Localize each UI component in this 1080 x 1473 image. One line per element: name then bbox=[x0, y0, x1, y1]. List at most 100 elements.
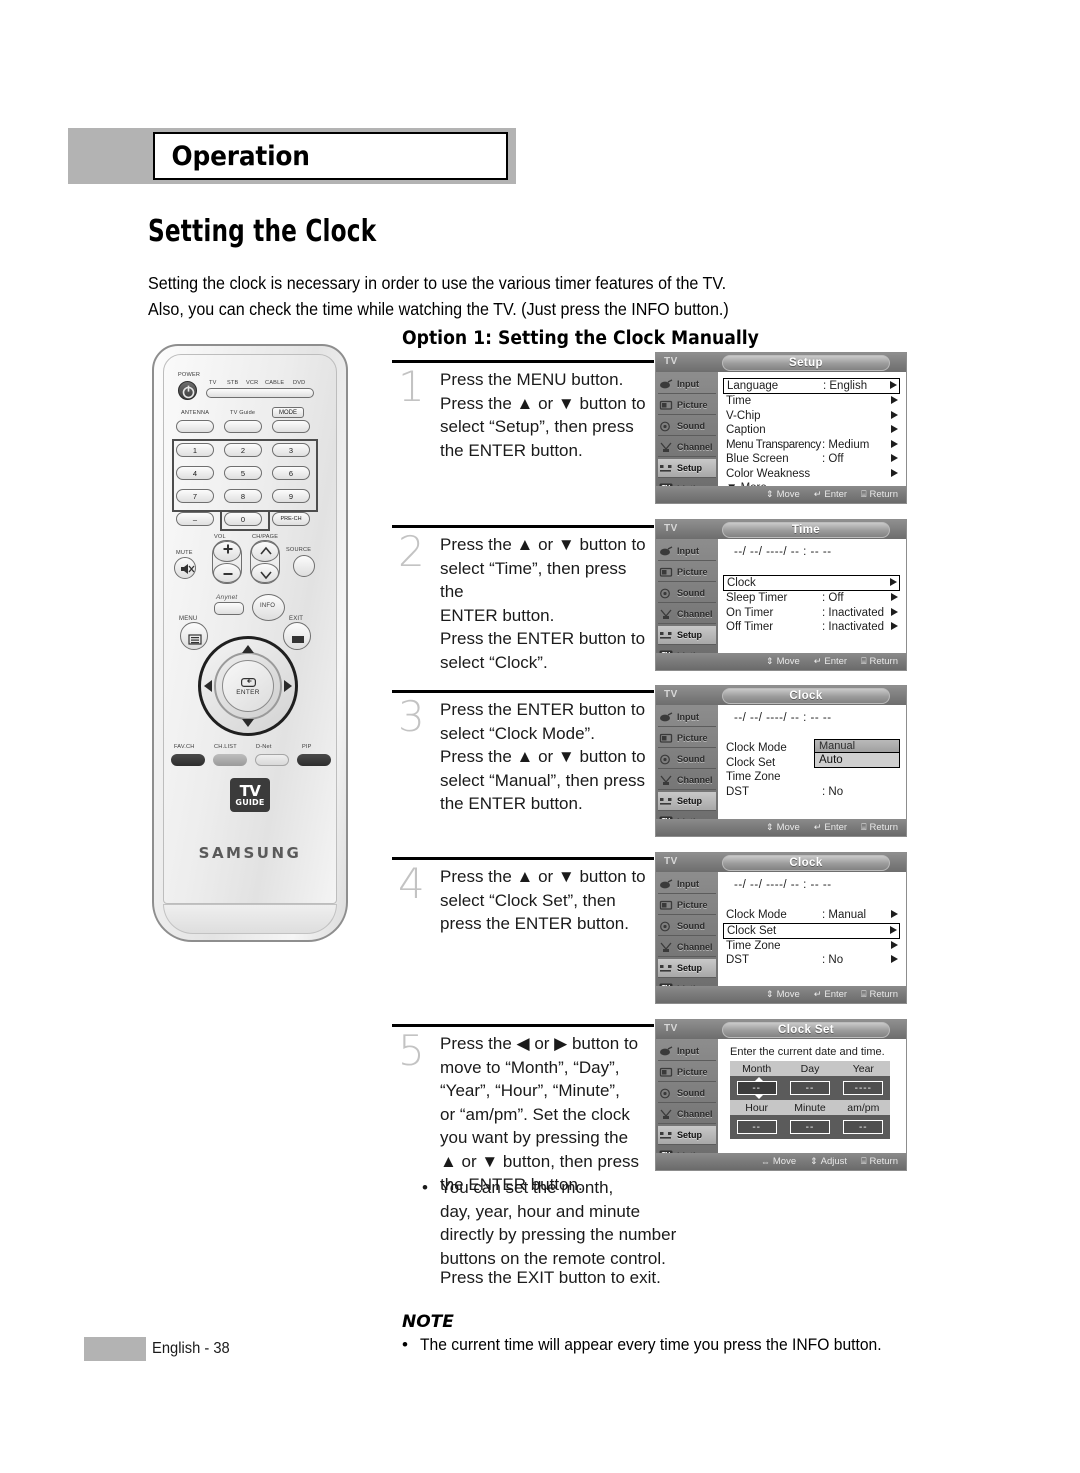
field-hour[interactable]: -- bbox=[736, 1120, 777, 1134]
sidebar-item-sound[interactable]: Sound bbox=[658, 417, 716, 436]
dpad-up-arrow-icon[interactable] bbox=[242, 645, 254, 653]
source-button[interactable] bbox=[293, 555, 315, 577]
hint-label: Return bbox=[869, 822, 898, 833]
step-divider bbox=[392, 360, 654, 363]
sidebar-item-setup[interactable]: Setup bbox=[658, 1126, 716, 1145]
dpad-right-arrow-icon[interactable] bbox=[284, 680, 292, 692]
osd-row-sleep-timer[interactable]: Sleep Timer : Off bbox=[726, 591, 900, 606]
osd-row-color-weakness[interactable]: Color Weakness bbox=[726, 467, 900, 482]
sidebar-item-setup[interactable]: Setup bbox=[658, 459, 716, 478]
osd-row-dst[interactable]: DST : No bbox=[726, 953, 900, 968]
osd-row-vchip[interactable]: V-Chip bbox=[726, 409, 900, 424]
sidebar-item-channel[interactable]: Channel bbox=[658, 605, 716, 624]
osd-clock-mode-menu[interactable]: TV Clock Input Picture Sound Channel Set… bbox=[655, 685, 907, 837]
sidebar-item-sound[interactable]: Sound bbox=[658, 1084, 716, 1103]
key-8[interactable]: 8 bbox=[224, 489, 262, 503]
sidebar-item-input[interactable]: Input bbox=[658, 375, 716, 394]
osd-row-clock-mode[interactable]: Clock Mode : Manual bbox=[726, 908, 900, 923]
key-4[interactable]: 4 bbox=[176, 466, 214, 480]
osd-row-caption[interactable]: Caption bbox=[726, 423, 900, 438]
osd-row-time-zone[interactable]: Time Zone bbox=[726, 770, 900, 785]
sidebar-item-sound[interactable]: Sound bbox=[658, 584, 716, 603]
channel-up-button[interactable] bbox=[251, 541, 279, 562]
osd-row-dst[interactable]: DST : No bbox=[726, 785, 900, 800]
leftright-arrow-icon: ⇔ bbox=[760, 1156, 770, 1167]
sidebar-item-sound[interactable]: Sound bbox=[658, 917, 716, 936]
setup-icon bbox=[658, 461, 674, 475]
osd-clock-menu[interactable]: TV Clock Input Picture Sound Channel Set… bbox=[655, 852, 907, 1004]
dpad-left-arrow-icon[interactable] bbox=[204, 680, 212, 692]
field-ampm[interactable]: -- bbox=[843, 1120, 884, 1134]
sidebar-item-setup[interactable]: Setup bbox=[658, 626, 716, 645]
enter-button[interactable]: ENTER bbox=[222, 660, 274, 712]
power-button[interactable] bbox=[178, 381, 197, 400]
key-7[interactable]: 7 bbox=[176, 489, 214, 503]
field-day[interactable]: -- bbox=[789, 1081, 830, 1095]
key-9[interactable]: 9 bbox=[272, 489, 310, 503]
tvguide-button[interactable] bbox=[224, 420, 262, 433]
osd-clock-set-menu[interactable]: TV Clock Set Input Picture Sound Channel… bbox=[655, 1019, 907, 1171]
sidebar-item-label: Setup bbox=[677, 796, 703, 806]
sidebar-item-input[interactable]: Input bbox=[658, 708, 716, 727]
sidebar-item-picture[interactable]: Picture bbox=[658, 896, 716, 915]
sidebar-item-input[interactable]: Input bbox=[658, 542, 716, 561]
osd-setup-menu[interactable]: TV Setup Input Picture Sound Channel Set… bbox=[655, 352, 907, 504]
sidebar-item-label: Picture bbox=[677, 733, 708, 743]
sidebar-item-input[interactable]: Input bbox=[658, 1042, 716, 1061]
key-1[interactable]: 1 bbox=[176, 443, 214, 457]
antenna-button[interactable] bbox=[176, 420, 214, 433]
dpad-down-arrow-icon[interactable] bbox=[242, 719, 254, 727]
device-selector-bar[interactable] bbox=[206, 388, 314, 398]
osd-row-clock[interactable]: Clock bbox=[723, 575, 900, 591]
dnet-button[interactable] bbox=[255, 754, 289, 766]
dropdown-selected-option[interactable]: Manual bbox=[814, 739, 900, 753]
dropdown-option-auto[interactable]: Auto bbox=[814, 753, 900, 768]
mute-button[interactable] bbox=[174, 557, 196, 579]
key-5[interactable]: 5 bbox=[224, 466, 262, 480]
key-dash[interactable]: – bbox=[176, 512, 214, 526]
hint-label: Return bbox=[869, 989, 898, 1000]
field-minute[interactable]: -- bbox=[789, 1120, 830, 1134]
osd-row-time-zone[interactable]: Time Zone bbox=[726, 939, 900, 954]
osd-row-time[interactable]: Time bbox=[726, 394, 900, 409]
anynet-button[interactable] bbox=[214, 602, 244, 615]
key-3[interactable]: 3 bbox=[272, 443, 310, 457]
sidebar-item-channel[interactable]: Channel bbox=[658, 438, 716, 457]
input-icon bbox=[658, 544, 674, 558]
channel-down-button[interactable] bbox=[251, 563, 279, 583]
chlist-button[interactable] bbox=[213, 754, 247, 766]
osd-row-menu-transparency[interactable]: Menu Transparency : Medium bbox=[726, 438, 900, 453]
osd-row-language[interactable]: Language : English bbox=[723, 378, 900, 394]
sidebar-item-picture[interactable]: Picture bbox=[658, 1063, 716, 1082]
key-0[interactable]: 0 bbox=[224, 512, 262, 526]
field-year[interactable]: ---- bbox=[843, 1081, 884, 1095]
clock-mode-dropdown[interactable]: Manual Auto bbox=[814, 739, 900, 768]
pip-button[interactable] bbox=[297, 754, 331, 766]
mode-button[interactable] bbox=[272, 420, 310, 433]
sidebar-item-setup[interactable]: Setup bbox=[658, 792, 716, 811]
osd-row-blue-screen[interactable]: Blue Screen : Off bbox=[726, 452, 900, 467]
osd-time-menu[interactable]: TV Time Input Picture Sound Channel Setu… bbox=[655, 519, 907, 671]
sidebar-item-picture[interactable]: Picture bbox=[658, 729, 716, 748]
key-prech[interactable]: PRE-CH bbox=[272, 512, 310, 526]
volume-up-button[interactable] bbox=[213, 541, 241, 562]
volume-down-button[interactable] bbox=[213, 563, 241, 583]
sidebar-item-picture[interactable]: Picture bbox=[658, 396, 716, 415]
sidebar-item-channel[interactable]: Channel bbox=[658, 771, 716, 790]
osd-row-clock-set[interactable]: Clock Set bbox=[723, 922, 900, 939]
hint-return: ⌸ Return bbox=[861, 656, 898, 667]
osd-row-off-timer[interactable]: Off Timer : Inactivated bbox=[726, 620, 900, 635]
sidebar-item-setup[interactable]: Setup bbox=[658, 959, 716, 978]
sidebar-item-sound[interactable]: Sound bbox=[658, 750, 716, 769]
field-month[interactable]: -- bbox=[736, 1081, 777, 1095]
sidebar-item-channel[interactable]: Channel bbox=[658, 938, 716, 957]
favch-button[interactable] bbox=[171, 754, 205, 766]
sidebar-item-input[interactable]: Input bbox=[658, 875, 716, 894]
key-6[interactable]: 6 bbox=[272, 466, 310, 480]
key-2[interactable]: 2 bbox=[224, 443, 262, 457]
exit-button[interactable] bbox=[283, 622, 311, 650]
sidebar-item-picture[interactable]: Picture bbox=[658, 563, 716, 582]
menu-button[interactable] bbox=[180, 622, 208, 650]
sidebar-item-channel[interactable]: Channel bbox=[658, 1105, 716, 1124]
osd-row-on-timer[interactable]: On Timer : Inactivated bbox=[726, 606, 900, 621]
